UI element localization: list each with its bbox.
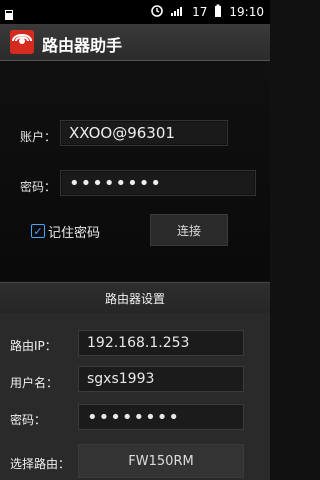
status-bar: 17 19:10 bbox=[0, 0, 270, 24]
connect-button[interactable]: 连接 bbox=[150, 214, 228, 246]
remember-label: 记住密码 bbox=[48, 226, 101, 241]
router-ip-label: 路由IP： bbox=[10, 339, 57, 353]
router-password-field[interactable]: •••••••• bbox=[78, 404, 244, 430]
router-settings-header: 路由器设置 bbox=[0, 282, 270, 314]
alarm-icon bbox=[150, 4, 164, 21]
status-time: 19:10 bbox=[229, 5, 264, 19]
account-label: 账户： bbox=[20, 130, 57, 144]
select-router-button[interactable]: FW150RM bbox=[78, 444, 244, 478]
status-right: 17 19:10 bbox=[150, 3, 264, 21]
signal-label: 17 bbox=[192, 5, 208, 19]
app-logo-icon bbox=[10, 30, 34, 54]
password-label: 密码： bbox=[20, 180, 57, 194]
password-field[interactable]: •••••••• bbox=[60, 170, 256, 196]
app-title: 路由器助手 bbox=[42, 36, 123, 55]
username-label: 用户名： bbox=[10, 376, 59, 390]
router-password-label: 密码： bbox=[10, 413, 47, 427]
app-bar: 路由器助手 bbox=[0, 24, 270, 61]
signal-icon bbox=[170, 5, 186, 20]
account-field[interactable]: XXOO@96301 bbox=[60, 120, 228, 146]
router-ip-field[interactable]: 192.168.1.253 bbox=[78, 330, 244, 356]
username-field[interactable]: sgxs1993 bbox=[78, 366, 244, 392]
battery-icon bbox=[213, 4, 223, 21]
notification-icon bbox=[4, 6, 14, 20]
select-router-label: 选择路由： bbox=[10, 457, 71, 471]
remember-checkbox[interactable]: ✓ bbox=[31, 224, 45, 238]
